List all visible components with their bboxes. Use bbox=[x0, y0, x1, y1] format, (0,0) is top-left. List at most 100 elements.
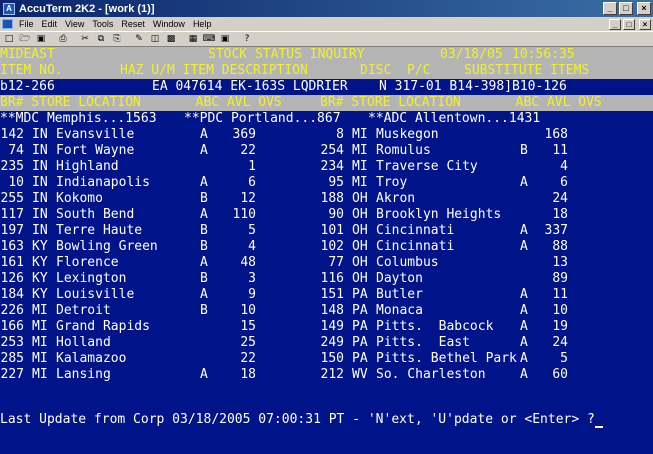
description-label: HAZ U/M ITEM DESCRIPTION bbox=[120, 63, 308, 78]
header-time: 10:56:35 bbox=[512, 47, 575, 62]
cut-icon[interactable]: ✂ bbox=[78, 33, 92, 46]
branch-number: 90 bbox=[328, 207, 344, 222]
state: MI bbox=[352, 143, 368, 158]
edit-icon[interactable]: ✎ bbox=[132, 33, 146, 46]
store-location: Lansing bbox=[56, 367, 111, 382]
branch-number: 142 bbox=[0, 127, 24, 142]
menu-reset[interactable]: Reset bbox=[121, 19, 145, 29]
abc-code: B bbox=[200, 191, 208, 206]
available-qty: 110 bbox=[232, 207, 256, 222]
abc-code: A bbox=[520, 335, 528, 350]
available-qty: 369 bbox=[232, 127, 256, 142]
branch-number: 188 bbox=[320, 191, 344, 206]
store-location: Fort Wayne bbox=[56, 143, 135, 158]
keyboard-icon[interactable]: ⌨ bbox=[202, 33, 216, 46]
branch-number: 227 bbox=[0, 367, 24, 382]
state: MI bbox=[32, 351, 48, 366]
help-icon[interactable]: ? bbox=[240, 33, 254, 46]
abc-code: B bbox=[200, 271, 208, 286]
available-qty: 3 bbox=[248, 271, 256, 286]
menu-view[interactable]: View bbox=[65, 19, 84, 29]
available-qty: 18 bbox=[240, 367, 256, 382]
terminal-screen[interactable]: MIDEAST STOCK STATUS INQUIRY 03/18/05 10… bbox=[0, 47, 653, 454]
branch-number: 126 bbox=[0, 271, 24, 286]
abc-code: A bbox=[200, 255, 208, 270]
save-icon[interactable]: ▣ bbox=[34, 33, 48, 46]
table-row: 10 IN Indianapolis A 6 95 MI Troy A 6 bbox=[0, 175, 653, 191]
menu-edit[interactable]: Edit bbox=[42, 19, 58, 29]
store-location: So. Charleston bbox=[376, 367, 486, 382]
select-icon[interactable]: ▩ bbox=[164, 33, 178, 46]
document-icon[interactable] bbox=[2, 19, 13, 29]
abc-code: B bbox=[200, 303, 208, 318]
abc-code: B bbox=[200, 223, 208, 238]
settings-icon[interactable]: ▦ bbox=[186, 33, 200, 46]
menu-bar: File Edit View Tools Reset Window Help _… bbox=[0, 17, 653, 31]
abc-code: A bbox=[520, 303, 528, 318]
available-qty: 11 bbox=[552, 143, 568, 158]
status-line: Last Update from Corp 03/18/2005 07:00:3… bbox=[0, 412, 653, 428]
item-detail: EA 047614 EK-163S LQDRIER N 317-01 B14-3… bbox=[152, 79, 567, 94]
menu-window[interactable]: Window bbox=[153, 19, 185, 29]
state: KY bbox=[32, 239, 48, 254]
open-icon[interactable]: 🗁 bbox=[18, 33, 32, 46]
state: MI bbox=[352, 159, 368, 174]
branch-number: 253 bbox=[0, 335, 24, 350]
available-qty: 22 bbox=[240, 143, 256, 158]
table-row: 166 MI Grand Rapids 15 149 PA Pitts. Babcock A 1… bbox=[0, 319, 653, 335]
state: IN bbox=[32, 191, 48, 206]
branch-number: 285 bbox=[0, 351, 24, 366]
paste-icon[interactable]: ⎘ bbox=[110, 33, 124, 46]
branch-number: 102 bbox=[320, 239, 344, 254]
store-location: Pitts. Bethel Park bbox=[376, 351, 517, 366]
text-cursor bbox=[594, 415, 603, 428]
branch-number: 212 bbox=[320, 367, 344, 382]
abc-code: A bbox=[200, 367, 208, 382]
abc-code: A bbox=[520, 175, 528, 190]
store-location: Cincinnati bbox=[376, 223, 455, 238]
print-icon[interactable]: ⎙ bbox=[56, 33, 70, 46]
state: MI bbox=[32, 303, 48, 318]
minimize-button[interactable]: _ bbox=[603, 2, 617, 15]
child-minimize-button[interactable]: _ bbox=[609, 18, 621, 30]
available-qty: 15 bbox=[240, 319, 256, 334]
state: OH bbox=[352, 191, 368, 206]
folder-icon[interactable]: ◫ bbox=[148, 33, 162, 46]
menu-tools[interactable]: Tools bbox=[92, 19, 113, 29]
region-label: MIDEAST bbox=[0, 47, 55, 62]
child-restore-button[interactable]: □ bbox=[623, 18, 635, 30]
item-number[interactable]: b12-266 bbox=[0, 79, 55, 95]
store-location: Cincinnati bbox=[376, 239, 455, 254]
available-qty: 25 bbox=[240, 335, 256, 350]
abc-code: A bbox=[520, 287, 528, 302]
state: OH bbox=[352, 271, 368, 286]
available-qty: 10 bbox=[240, 303, 256, 318]
branch-number: 148 bbox=[320, 303, 344, 318]
item-line: b12-266 EA 047614 EK-163S LQDRIER N 317-… bbox=[0, 79, 653, 95]
close-button[interactable]: × bbox=[637, 2, 651, 15]
abc-code: A bbox=[200, 127, 208, 142]
store-location: Florence bbox=[56, 255, 119, 270]
state: PA bbox=[352, 287, 368, 302]
table-row: 285 MI Kalamazoo 22 150 PA Pitts. Bethel Park A… bbox=[0, 351, 653, 367]
title-bar[interactable]: A AccuTerm 2K2 - [work (1)] _ □ × bbox=[0, 0, 653, 17]
new-icon[interactable]: □ bbox=[2, 33, 16, 46]
available-qty: 12 bbox=[240, 191, 256, 206]
monitor-icon[interactable]: ▣ bbox=[218, 33, 232, 46]
screen-title: STOCK STATUS INQUIRY bbox=[208, 47, 365, 62]
store-location: Muskegon bbox=[376, 127, 439, 142]
table-row: 74 IN Fort Wayne A 22 254 MI Romulus B 11 bbox=[0, 143, 653, 159]
state: WV bbox=[352, 367, 368, 382]
menu-file[interactable]: File bbox=[19, 19, 34, 29]
header-date: 03/18/05 bbox=[440, 47, 503, 62]
branch-number: 234 bbox=[320, 159, 344, 174]
store-location: Brooklyn Heights bbox=[376, 207, 502, 222]
mdc-memphis: **MDC Memphis...1563 bbox=[0, 111, 157, 126]
maximize-button[interactable]: □ bbox=[619, 2, 633, 15]
menu-help[interactable]: Help bbox=[193, 19, 212, 29]
substitute-label: SUBSTITUTE ITEMS bbox=[464, 63, 590, 78]
status-prompt: Last Update from Corp 03/18/2005 07:00:3… bbox=[0, 412, 603, 428]
copy-icon[interactable]: ⧉ bbox=[94, 33, 108, 46]
accuterm-app-icon[interactable]: A bbox=[3, 2, 15, 15]
child-close-button[interactable]: × bbox=[639, 18, 651, 30]
